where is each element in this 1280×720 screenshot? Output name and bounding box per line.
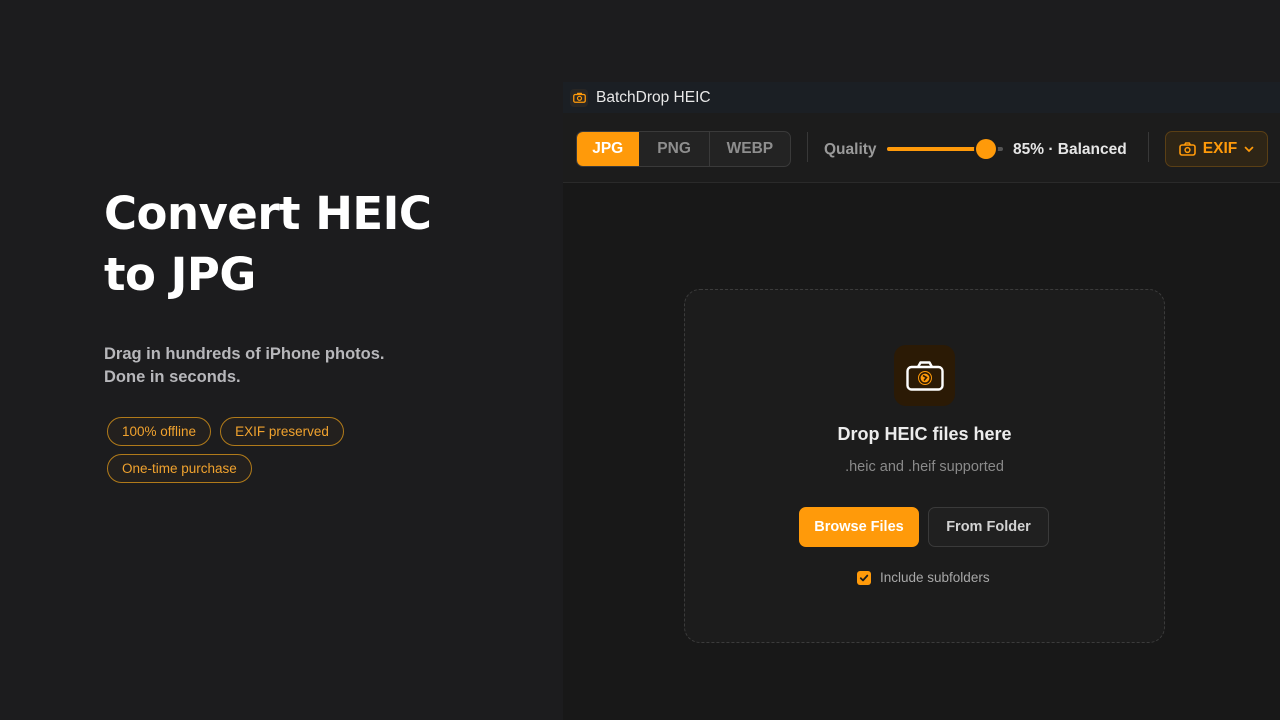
hero-subtitle: Drag in hundreds of iPhone photos. Done … — [104, 343, 524, 389]
include-subfolders-option[interactable]: Include subfolders — [857, 570, 990, 585]
badge-exif: EXIF preserved — [220, 417, 344, 446]
hero-subtitle-line-1: Drag in hundreds of iPhone photos. — [104, 345, 385, 363]
quality-slider-fill — [887, 147, 986, 151]
toolbar-divider — [1148, 132, 1149, 162]
hero-title: Convert HEIC to JPG — [104, 183, 524, 305]
quality-slider-thumb[interactable] — [975, 139, 996, 159]
hero-subtitle-line-2: Done in seconds. — [104, 368, 241, 386]
badge-purchase: One-time purchase — [107, 454, 252, 483]
quality-label: Quality — [824, 141, 877, 158]
quality-value: 85% · Balanced — [1013, 141, 1127, 158]
toolbar-divider — [807, 132, 808, 162]
include-subfolders-label: Include subfolders — [880, 570, 990, 585]
camera-icon — [894, 345, 955, 406]
exif-label: EXIF — [1202, 140, 1238, 157]
chevron-down-icon — [1244, 146, 1254, 153]
hero-title-line-2: to JPG — [104, 248, 256, 301]
hero: Convert HEIC to JPG Drag in hundreds of … — [104, 183, 524, 389]
drop-zone[interactable]: Drop HEIC files here .heic and .heif sup… — [684, 289, 1165, 643]
drop-zone-title: Drop HEIC files here — [837, 424, 1012, 444]
toolbar-controls: Quality 85% · Balanced EXIF — [563, 82, 1280, 183]
include-subfolders-checkbox[interactable] — [857, 570, 871, 585]
badge-offline: 100% offline — [107, 417, 212, 446]
quality-slider[interactable] — [887, 139, 1003, 159]
feature-badges: 100% offline EXIF preserved One-time pur… — [107, 417, 407, 483]
exif-button[interactable]: EXIF — [1165, 131, 1268, 167]
browse-files-button[interactable]: Browse Files — [799, 507, 919, 547]
from-folder-button[interactable]: From Folder — [928, 507, 1049, 547]
camera-icon — [1178, 142, 1196, 156]
hero-title-line-1: Convert HEIC — [104, 187, 432, 240]
drop-zone-subtitle: .heic and .heif supported — [845, 459, 1004, 475]
